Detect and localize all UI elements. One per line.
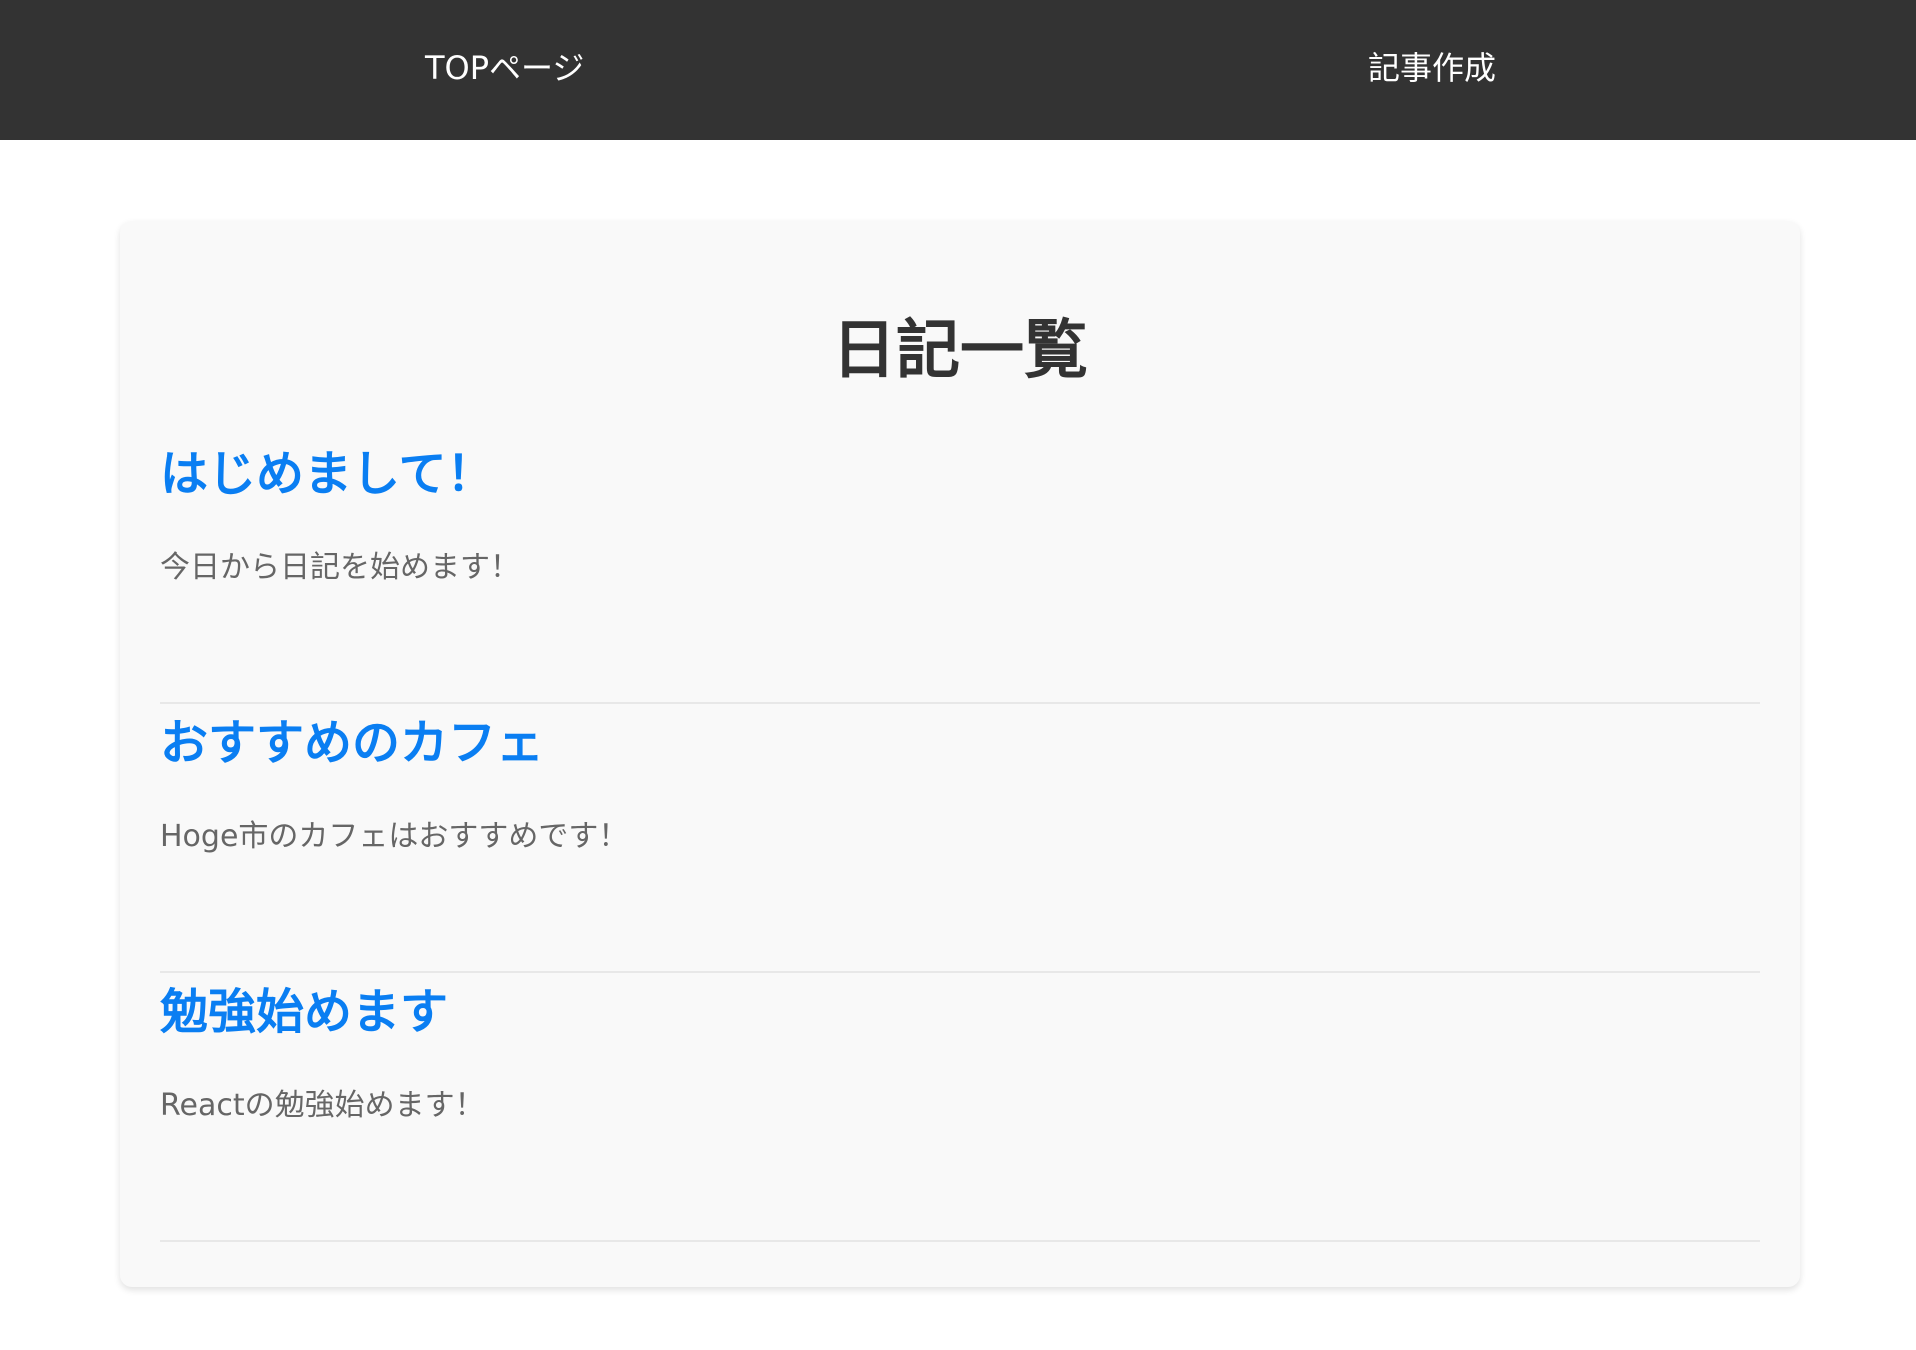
diary-item: はじめまして！ 今日から日記を始めます！ xyxy=(160,436,1760,704)
diary-body: Reactの勉強始めます！ xyxy=(160,1088,485,1123)
nav-link-create-article[interactable]: 記事作成 xyxy=(1368,0,1496,140)
diary-title-link[interactable]: おすすめのカフェ xyxy=(160,715,544,773)
diary-title-link[interactable]: はじめまして！ xyxy=(160,446,495,504)
diary-item: おすすめのカフェ Hoge市のカフェはおすすめです！ xyxy=(160,705,1760,973)
diary-title-link[interactable]: 勉強始めます xyxy=(160,984,448,1042)
diary-item: 勉強始めます Reactの勉強始めます！ xyxy=(160,974,1760,1242)
page-title: 日記一覧 xyxy=(832,314,1088,388)
top-navbar: TOPページ 記事作成 xyxy=(0,0,1916,140)
diary-list: はじめまして！ 今日から日記を始めます！ おすすめのカフェ Hoge市のカフェは… xyxy=(160,436,1760,1242)
diary-body: Hoge市のカフェはおすすめです！ xyxy=(160,819,629,854)
diary-list-card: 日記一覧 はじめまして！ 今日から日記を始めます！ おすすめのカフェ Hoge市… xyxy=(120,221,1800,1287)
nav-link-top-page[interactable]: TOPページ xyxy=(425,0,584,140)
diary-body: 今日から日記を始めます！ xyxy=(160,550,520,585)
